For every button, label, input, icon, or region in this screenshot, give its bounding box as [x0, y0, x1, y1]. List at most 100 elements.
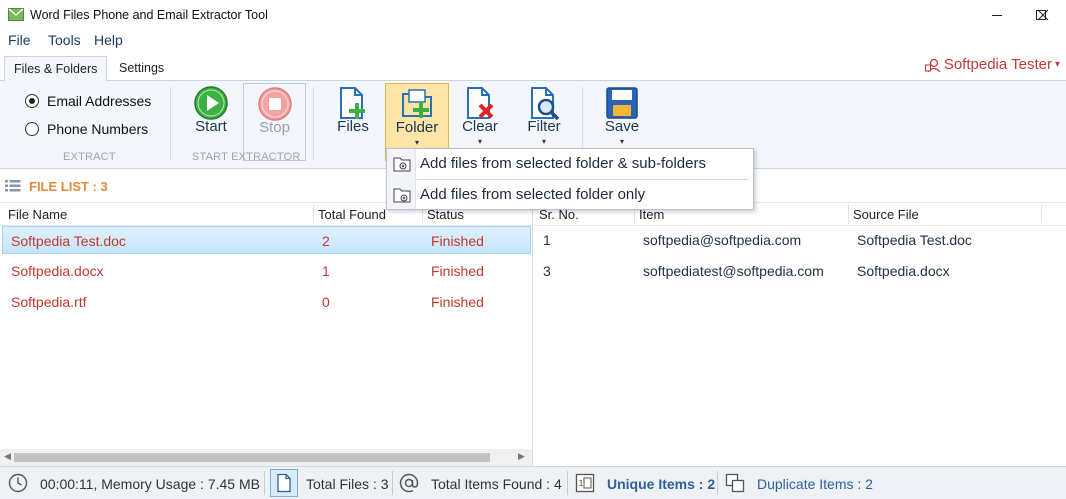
total-found-cell: 0	[322, 294, 330, 310]
file-list-title: FILE LIST : 3	[29, 179, 108, 194]
list-icon	[5, 180, 21, 192]
radio-phone-label: Phone Numbers	[47, 121, 149, 137]
item-cell: softpedia@softpedia.com	[643, 232, 802, 248]
file-name-cell: Softpedia.rtf	[11, 294, 87, 310]
filter-dropdown-arrow: ▾	[541, 137, 546, 146]
menu-item-label: Add files from selected folder & sub-fol…	[420, 155, 706, 172]
at-sign-icon	[399, 473, 419, 493]
menu-item-add-folder-subfolders[interactable]: Add files from selected folder & sub-fol…	[387, 149, 753, 179]
user-menu[interactable]: Softpedia Tester ▾	[924, 56, 1060, 73]
duplicate-items-status: Duplicate Items : 2	[757, 476, 873, 492]
close-icon	[1037, 9, 1049, 21]
column-divider	[313, 205, 314, 223]
clear-label: Clear	[462, 118, 498, 135]
search-file-icon	[531, 87, 560, 121]
total-items-status: Total Items Found : 4	[431, 476, 562, 492]
table-row[interactable]: 1 softpedia@softpedia.com Softpedia Test…	[534, 226, 1066, 254]
radio-dot	[25, 122, 39, 136]
source-file-cell: Softpedia Test.doc	[857, 232, 972, 248]
status-separator	[567, 471, 568, 495]
folder-label: Folder	[395, 119, 439, 136]
tab-files-folders[interactable]: Files & Folders	[4, 56, 108, 82]
folder-subfolders-icon	[393, 157, 411, 172]
column-header-total-found[interactable]: Total Found	[318, 203, 386, 225]
file-name-cell: Softpedia Test.doc	[11, 233, 126, 249]
source-file-cell: Softpedia.docx	[857, 263, 950, 279]
tab-settings[interactable]: Settings	[110, 56, 173, 81]
files-button[interactable]: Files ▾	[322, 83, 384, 161]
table-row[interactable]: Softpedia.rtf 0 Finished	[2, 288, 531, 316]
radio-dot-selected	[25, 94, 39, 108]
clear-file-icon	[467, 87, 494, 119]
start-button[interactable]: Start	[180, 83, 242, 161]
total-found-cell: 1	[322, 263, 330, 279]
radio-email-label: Email Addresses	[47, 93, 152, 109]
stop-icon	[258, 87, 292, 121]
sr-no-cell: 3	[543, 263, 551, 279]
files-label: Files	[337, 118, 369, 135]
group-label-extract: EXTRACT	[63, 151, 116, 163]
menu-item-label: Add files from selected folder only	[420, 186, 646, 203]
radio-email-addresses[interactable]: Email Addresses	[25, 93, 151, 109]
filter-label: Filter	[527, 118, 561, 135]
total-found-cell: 2	[322, 233, 330, 249]
table-row[interactable]: Softpedia.docx 1 Finished	[2, 257, 531, 285]
menu-help[interactable]: Help	[94, 32, 123, 48]
envelope-app-icon	[8, 8, 24, 21]
clock-icon	[8, 473, 28, 493]
stop-label: Stop	[259, 119, 290, 136]
results-grid[interactable]: Sr. No. Item Source File 1 softpedia@sof…	[534, 203, 1066, 466]
floppy-disk-icon	[606, 87, 638, 119]
save-dropdown-arrow: ▾	[619, 137, 624, 146]
save-label: Save	[604, 118, 640, 135]
svg-text:1: 1	[579, 479, 584, 488]
start-label: Start	[195, 118, 227, 135]
status-cell: Finished	[431, 263, 484, 279]
ribbon-separator	[170, 87, 171, 161]
column-header-source-file[interactable]: Source File	[853, 203, 919, 225]
file-list-grid[interactable]: File Name Total Found Status Softpedia T…	[0, 203, 533, 466]
menu-file[interactable]: File	[8, 32, 31, 48]
status-separator	[264, 471, 265, 495]
user-icon	[924, 58, 941, 72]
item-cell: softpediatest@softpedia.com	[643, 263, 824, 279]
ribbon-tabs: Files & Folders Settings Softpedia Teste…	[0, 52, 1066, 82]
play-icon	[194, 86, 228, 120]
status-separator	[392, 471, 393, 495]
menu-item-add-folder-only[interactable]: Add files from selected folder only	[387, 180, 753, 210]
radio-phone-numbers[interactable]: Phone Numbers	[25, 121, 148, 137]
unique-items-status: Unique Items : 2	[607, 476, 716, 492]
file-name-cell: Softpedia.docx	[11, 263, 104, 279]
minimize-hit[interactable]	[972, 0, 1018, 30]
document-icon	[277, 473, 291, 493]
scroll-left-arrow-icon[interactable]: ◀	[4, 451, 11, 462]
column-divider	[1041, 205, 1042, 223]
folder-dropdown-menu: Add files from selected folder & sub-fol…	[386, 148, 754, 210]
scrollbar-thumb[interactable]	[14, 453, 490, 462]
column-header-file-name[interactable]: File Name	[8, 203, 67, 225]
horizontal-scrollbar[interactable]: ◀ ▶	[0, 449, 532, 466]
menu-bar: File Tools Help	[0, 30, 1066, 52]
close-button[interactable]	[1020, 0, 1066, 30]
clear-dropdown-arrow: ▾	[477, 137, 482, 146]
menu-tools[interactable]: Tools	[48, 32, 81, 48]
folder-dropdown-arrow: ▾	[414, 138, 419, 147]
user-name: Softpedia Tester	[943, 56, 1052, 73]
title-bar: Word Files Phone and Email Extractor Too…	[0, 0, 1066, 30]
unique-items-icon: 1	[575, 473, 595, 493]
add-folder-icon	[402, 89, 432, 118]
time-memory-status: 00:00:11, Memory Usage : 7.45 MB	[40, 476, 260, 492]
table-row[interactable]: Softpedia Test.doc 2 Finished	[2, 226, 531, 254]
window-title: Word Files Phone and Email Extractor Too…	[30, 8, 268, 22]
status-cell: Finished	[431, 233, 484, 249]
table-row[interactable]: 3 softpediatest@softpedia.com Softpedia.…	[534, 257, 1066, 285]
sr-no-cell: 1	[543, 232, 551, 248]
ribbon-separator	[313, 87, 314, 161]
add-file-icon	[340, 87, 365, 119]
stop-button[interactable]: Stop	[243, 83, 306, 161]
folder-add-icon	[393, 188, 411, 203]
scroll-right-arrow-icon[interactable]: ▶	[518, 451, 525, 462]
group-label-start-extractor: START EXTRACTOR	[192, 151, 301, 163]
user-caret: ▾	[1054, 59, 1060, 70]
total-files-status: Total Files : 3	[306, 476, 389, 492]
